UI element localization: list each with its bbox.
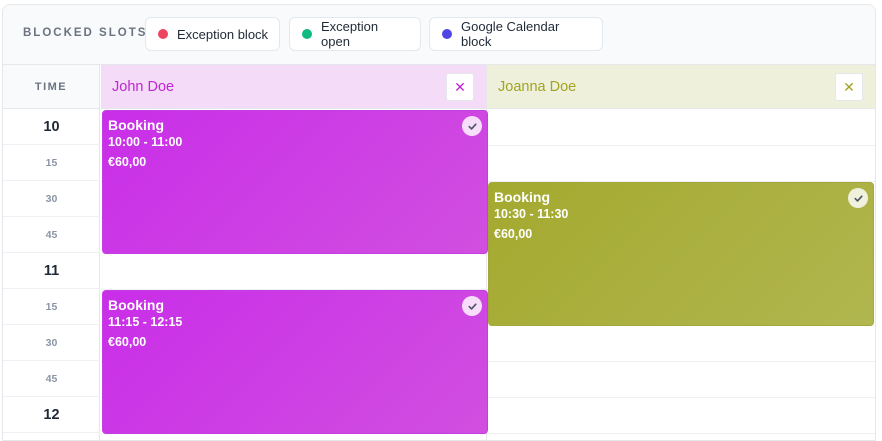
time-column: 10 15 30 45 11 15 30 45 12 bbox=[3, 109, 100, 440]
time-label: 15 bbox=[3, 289, 100, 325]
booking-card[interactable]: Booking 10:00 - 11:00 €60,00 bbox=[102, 110, 488, 254]
resource-name: John Doe bbox=[112, 78, 175, 95]
booking-title: Booking bbox=[494, 189, 550, 205]
time-label: 11 bbox=[3, 253, 100, 289]
time-label: 15 bbox=[3, 145, 100, 181]
check-icon bbox=[462, 116, 482, 136]
check-icon bbox=[462, 296, 482, 316]
time-label: 10 bbox=[3, 109, 100, 145]
calendar-frame: BLOCKED SLOTS Exception block Exception … bbox=[2, 4, 876, 441]
booking-card[interactable]: Booking 10:30 - 11:30 €60,00 bbox=[488, 182, 874, 326]
booking-title: Booking bbox=[108, 297, 164, 313]
blue-dot-icon bbox=[442, 29, 452, 39]
resource-header-john-doe: John Doe ✕ bbox=[101, 65, 486, 109]
check-icon bbox=[848, 188, 868, 208]
legend-title: BLOCKED SLOTS bbox=[23, 27, 148, 39]
booking-card[interactable]: Booking 11:15 - 12:15 €60,00 bbox=[102, 290, 488, 434]
time-column-header: TIME bbox=[3, 65, 100, 109]
legend-google-calendar-block[interactable]: Google Calendar block bbox=[429, 17, 603, 51]
time-label: 30 bbox=[3, 181, 100, 217]
time-label: 12 bbox=[3, 397, 100, 433]
legend-label: Google Calendar block bbox=[461, 19, 560, 49]
close-icon[interactable]: ✕ bbox=[446, 73, 474, 101]
time-label: 30 bbox=[3, 325, 100, 361]
blocked-slots-legend: BLOCKED SLOTS Exception block Exception … bbox=[3, 5, 875, 65]
red-dot-icon bbox=[158, 29, 168, 39]
time-label: 45 bbox=[3, 217, 100, 253]
booking-price: €60,00 bbox=[108, 155, 147, 169]
resource-name: Joanna Doe bbox=[498, 78, 577, 95]
booking-title: Booking bbox=[108, 117, 164, 133]
legend-exception-open[interactable]: Exception open bbox=[289, 17, 421, 51]
legend-label: Exception open bbox=[321, 19, 379, 49]
booking-price: €60,00 bbox=[494, 227, 533, 241]
booking-time: 10:30 - 11:30 bbox=[494, 207, 569, 221]
close-icon[interactable]: ✕ bbox=[835, 73, 863, 101]
legend-exception-block[interactable]: Exception block bbox=[145, 17, 280, 51]
booking-price: €60,00 bbox=[108, 335, 147, 349]
time-label: 45 bbox=[3, 361, 100, 397]
legend-label: Exception block bbox=[177, 26, 269, 42]
green-dot-icon bbox=[302, 29, 312, 39]
booking-time: 10:00 - 11:00 bbox=[108, 135, 183, 149]
booking-time: 11:15 - 12:15 bbox=[108, 315, 183, 329]
resource-header-joanna-doe: Joanna Doe ✕ bbox=[487, 65, 875, 109]
